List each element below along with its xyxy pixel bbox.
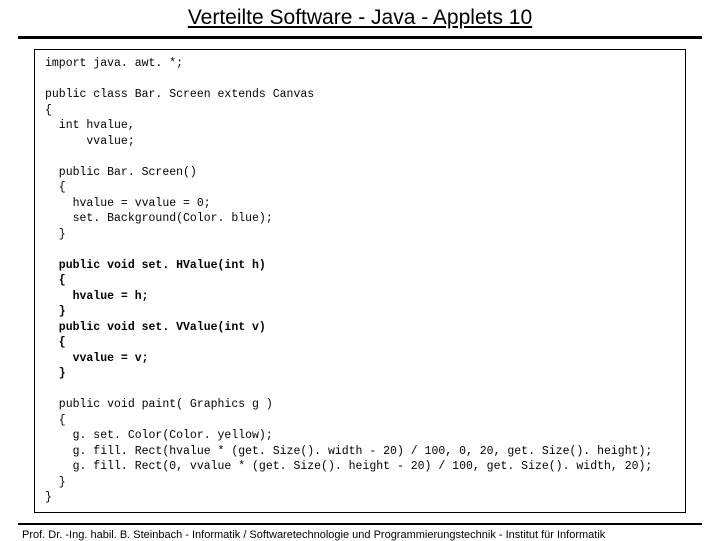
slide: Verteilte Software - Java - Applets 10 i… bbox=[0, 0, 720, 540]
code-line: set. Background(Color. blue); bbox=[45, 212, 273, 225]
code-line: hvalue = h; bbox=[45, 290, 149, 303]
code-line: { bbox=[45, 336, 66, 349]
code-line: } bbox=[45, 476, 66, 489]
code-line: g. fill. Rect(0, vvalue * (get. Size(). … bbox=[45, 460, 652, 473]
code-line: } bbox=[45, 228, 66, 241]
code-line: { bbox=[45, 104, 52, 117]
code-line: public Bar. Screen() bbox=[45, 166, 197, 179]
code-line: hvalue = vvalue = 0; bbox=[45, 197, 211, 210]
code-line: g. fill. Rect(hvalue * (get. Size(). wid… bbox=[45, 445, 652, 458]
code-line: public class Bar. Screen extends Canvas bbox=[45, 88, 314, 101]
divider-bottom bbox=[18, 523, 702, 525]
divider-top bbox=[18, 36, 702, 39]
footer-text: Prof. Dr. -Ing. habil. B. Steinbach - In… bbox=[18, 529, 702, 541]
code-line: public void set. HValue(int h) bbox=[45, 259, 266, 272]
code-line: } bbox=[45, 491, 52, 504]
title-wrap: Verteilte Software - Java - Applets 10 bbox=[18, 4, 702, 32]
code-line: g. set. Color(Color. yellow); bbox=[45, 429, 273, 442]
code-listing: import java. awt. *; public class Bar. S… bbox=[45, 56, 675, 506]
code-line: { bbox=[45, 181, 66, 194]
code-line: } bbox=[45, 305, 66, 318]
code-line: { bbox=[45, 414, 66, 427]
code-line: { bbox=[45, 274, 66, 287]
code-line: int hvalue, bbox=[45, 119, 135, 132]
code-line: vvalue; bbox=[45, 135, 135, 148]
code-line: public void set. VValue(int v) bbox=[45, 321, 266, 334]
code-line: } bbox=[45, 367, 66, 380]
page-title: Verteilte Software - Java - Applets 10 bbox=[188, 6, 532, 32]
code-line: public void paint( Graphics g ) bbox=[45, 398, 273, 411]
code-box: import java. awt. *; public class Bar. S… bbox=[34, 49, 686, 513]
code-line: import java. awt. *; bbox=[45, 57, 183, 70]
code-line: vvalue = v; bbox=[45, 352, 149, 365]
